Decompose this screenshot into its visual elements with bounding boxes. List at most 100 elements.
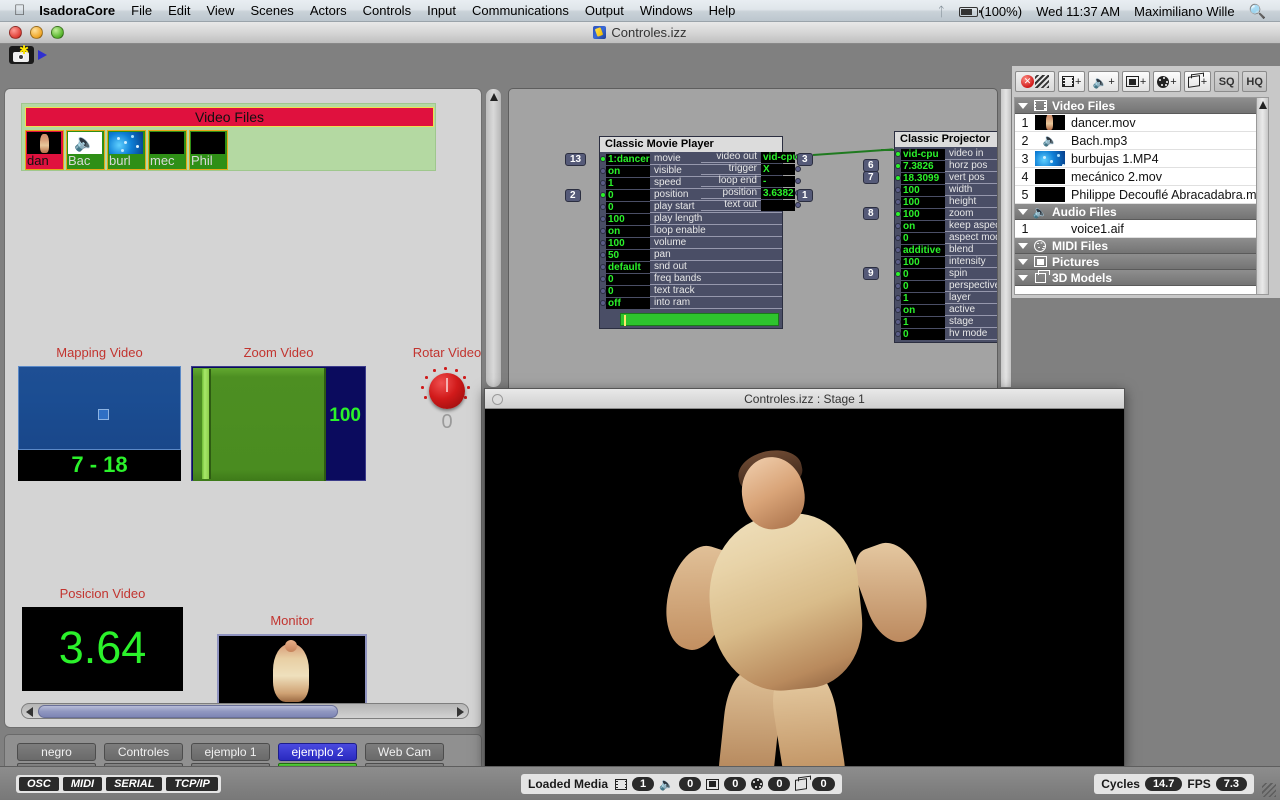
protocol-tcpip[interactable]: TCP/IP bbox=[166, 777, 217, 791]
input-value[interactable]: 50 bbox=[606, 250, 650, 261]
add-picture-button[interactable]: + bbox=[1122, 71, 1150, 92]
input-value[interactable]: 0 bbox=[901, 269, 945, 280]
group-header-pictures[interactable]: Pictures bbox=[1015, 254, 1265, 270]
zoom-button[interactable] bbox=[51, 26, 64, 39]
input-value[interactable]: 1:dancer bbox=[606, 154, 650, 165]
media-row-bach[interactable]: 2 🔈 Bach.mp3 bbox=[1015, 132, 1265, 150]
video-thumb-mecanico[interactable]: mec bbox=[148, 130, 187, 170]
patch-vscrollbar[interactable] bbox=[1000, 88, 1012, 388]
close-button[interactable] bbox=[9, 26, 22, 39]
menu-actors[interactable]: Actors bbox=[310, 3, 347, 18]
output-port[interactable] bbox=[795, 166, 801, 172]
protocol-osc[interactable]: OSC bbox=[19, 777, 59, 791]
snapshot-button[interactable]: ✱ bbox=[9, 46, 34, 64]
input-value[interactable]: on bbox=[901, 221, 945, 232]
input-value[interactable]: vid-cpu bbox=[901, 149, 945, 160]
stage-canvas[interactable] bbox=[485, 409, 1124, 767]
input-value[interactable]: 100 bbox=[901, 197, 945, 208]
video-thumb-bach[interactable]: 🔈 Bac bbox=[66, 130, 105, 170]
link-badge[interactable]: 1 bbox=[797, 189, 813, 202]
input-value[interactable]: off bbox=[606, 298, 650, 309]
chevron-down-icon[interactable] bbox=[1018, 259, 1028, 265]
link-badge[interactable]: 7 bbox=[863, 171, 879, 184]
link-badge[interactable]: 2 bbox=[565, 189, 581, 202]
menu-windows[interactable]: Windows bbox=[640, 3, 693, 18]
battery-status[interactable]: (100%) bbox=[959, 4, 1022, 19]
input-value[interactable]: on bbox=[901, 305, 945, 316]
input-value[interactable]: 100 bbox=[901, 257, 945, 268]
input-value[interactable]: default bbox=[606, 262, 650, 273]
input-value[interactable]: 1 bbox=[606, 178, 650, 189]
node-classic-projector[interactable]: Classic Projector vid-cpuvideo in 7.3826… bbox=[894, 131, 998, 343]
menu-scenes[interactable]: Scenes bbox=[250, 3, 293, 18]
input-value[interactable]: on bbox=[606, 226, 650, 237]
patch-editor[interactable]: Classic Movie Player 1:dancermovie onvis… bbox=[508, 88, 998, 393]
input-value[interactable]: 0 bbox=[901, 329, 945, 340]
menu-communications[interactable]: Communications bbox=[472, 3, 569, 18]
input-value[interactable]: 0 bbox=[901, 233, 945, 244]
delete-media-button[interactable]: ✕ bbox=[1015, 71, 1055, 92]
video-thumb-dancer[interactable]: dan bbox=[25, 130, 64, 170]
minimize-button[interactable] bbox=[30, 26, 43, 39]
menu-input[interactable]: Input bbox=[427, 3, 456, 18]
chevron-down-icon[interactable] bbox=[1018, 275, 1028, 281]
chevron-down-icon[interactable] bbox=[1018, 103, 1028, 109]
media-row-burbujas[interactable]: 3 burbujas 1.MP4 bbox=[1015, 150, 1265, 168]
window-title-bar[interactable]: Controles.izz bbox=[0, 22, 1280, 44]
menu-clock[interactable]: Wed 11:37 AM bbox=[1036, 4, 1120, 19]
input-value[interactable]: 1 bbox=[901, 317, 945, 328]
mapping-video-widget[interactable]: 7 - 18 bbox=[18, 366, 181, 481]
add-3d-button[interactable]: + bbox=[1184, 71, 1211, 92]
apple-menu-icon[interactable]:  bbox=[14, 3, 25, 18]
rotar-knob[interactable] bbox=[429, 373, 465, 409]
input-value[interactable]: 1 bbox=[901, 293, 945, 304]
menu-username[interactable]: Maximiliano Wille bbox=[1134, 4, 1234, 19]
input-value[interactable]: 7.3826 bbox=[901, 161, 945, 172]
input-value[interactable]: 100 bbox=[606, 214, 650, 225]
scroll-left-arrow-icon[interactable] bbox=[26, 707, 33, 717]
input-value[interactable]: 0 bbox=[606, 274, 650, 285]
add-midi-button[interactable]: + bbox=[1153, 71, 1180, 92]
link-badge[interactable]: 13 bbox=[565, 153, 586, 166]
scroll-up-arrow-icon[interactable] bbox=[1259, 101, 1267, 109]
group-header-midi-files[interactable]: MIDI Files bbox=[1015, 238, 1265, 254]
input-value[interactable]: 100 bbox=[901, 185, 945, 196]
output-port[interactable] bbox=[795, 178, 801, 184]
mapping-xy-handle[interactable] bbox=[98, 409, 109, 420]
input-value[interactable]: 18.3099 bbox=[901, 173, 945, 184]
media-row-mecanico[interactable]: 4 mecánico 2.mov bbox=[1015, 168, 1265, 186]
input-value[interactable]: 100 bbox=[901, 209, 945, 220]
group-header-3d-models[interactable]: 3D Models bbox=[1015, 270, 1265, 286]
zoom-video-widget[interactable]: 100 bbox=[191, 366, 366, 481]
menu-output[interactable]: Output bbox=[585, 3, 624, 18]
media-browser-list[interactable]: Video Files 1 dancer.mov 2 🔈 Bach.mp3 3 … bbox=[1014, 97, 1266, 295]
input-value[interactable]: 100 bbox=[606, 238, 650, 249]
stage-window[interactable]: Controles.izz : Stage 1 bbox=[484, 388, 1125, 768]
menu-edit[interactable]: Edit bbox=[168, 3, 190, 18]
media-row-dancer[interactable]: 1 dancer.mov bbox=[1015, 114, 1265, 132]
chevron-down-icon[interactable] bbox=[1018, 209, 1028, 215]
add-audio-button[interactable]: 🔈+ bbox=[1088, 71, 1118, 92]
mapping-xy-pad[interactable] bbox=[18, 366, 181, 450]
link-badge[interactable]: 3 bbox=[797, 153, 813, 166]
media-row-voice1[interactable]: 1 voice1.aif bbox=[1015, 220, 1265, 238]
monitor-widget[interactable] bbox=[217, 634, 367, 708]
link-badge[interactable]: 9 bbox=[863, 267, 879, 280]
menu-file[interactable]: File bbox=[131, 3, 152, 18]
video-thumb-burbujas[interactable]: burl bbox=[107, 130, 146, 170]
hq-button[interactable]: HQ bbox=[1242, 71, 1267, 92]
window-resize-grip[interactable] bbox=[1262, 783, 1276, 797]
media-browser-vscrollbar[interactable] bbox=[1256, 97, 1269, 295]
bluetooth-icon[interactable]: ᛏ bbox=[937, 4, 945, 19]
group-header-audio-files[interactable]: 🔈 Audio Files bbox=[1015, 204, 1265, 220]
menu-view[interactable]: View bbox=[206, 3, 234, 18]
control-panel-hscrollbar[interactable] bbox=[21, 703, 469, 719]
spotlight-search-icon[interactable]: 🔍 bbox=[1249, 3, 1266, 20]
control-panel-hscroll-thumb[interactable] bbox=[38, 705, 338, 718]
input-value[interactable]: additive bbox=[901, 245, 945, 256]
input-value[interactable]: 0 bbox=[606, 202, 650, 213]
input-value[interactable]: on bbox=[606, 166, 650, 177]
scroll-right-arrow-icon[interactable] bbox=[457, 707, 464, 717]
output-port[interactable] bbox=[795, 202, 801, 208]
protocol-midi[interactable]: MIDI bbox=[63, 777, 102, 791]
